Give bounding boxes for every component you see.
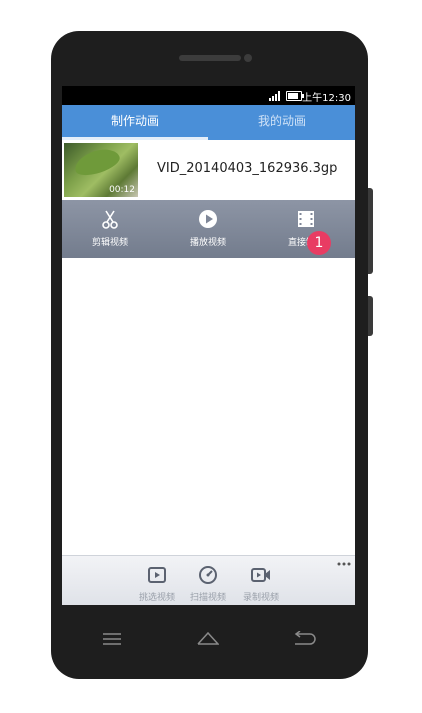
scan-video-button[interactable]: 扫描视频 [183, 556, 233, 605]
back-icon[interactable] [291, 631, 317, 645]
front-camera [244, 54, 252, 62]
battery-icon [286, 91, 304, 101]
toolbar-label: 录制视频 [242, 593, 279, 603]
tab-make-animation[interactable]: 制作动画 [62, 105, 208, 140]
camera-icon [251, 568, 270, 582]
action-label: 剪辑视频 [91, 238, 128, 248]
record-video-button[interactable]: 录制视频 [236, 556, 286, 605]
action-label: 播放视频 [189, 238, 226, 248]
clock: 上午12:30 [302, 93, 351, 104]
screen: 上午12:30 制作动画 我的动画 00:12 VID_20140403_162… [62, 86, 355, 605]
volume-button [368, 188, 373, 274]
video-duration: 00:12 [109, 185, 135, 195]
tab-label: 制作动画 [110, 114, 159, 128]
toolbar-label: 扫描视频 [189, 593, 226, 603]
direct-make-button[interactable]: 直接制作 [258, 200, 354, 258]
video-thumbnail[interactable]: 00:12 [64, 143, 138, 197]
tab-bar: 制作动画 我的动画 [62, 105, 355, 140]
edit-video-button[interactable]: 剪辑视频 [62, 200, 158, 258]
thumbnail-image [71, 144, 123, 180]
scan-icon [199, 566, 217, 584]
video-file-name: VID_20140403_162936.3gp [157, 161, 338, 176]
signal-icon [269, 91, 280, 101]
pick-video-button[interactable]: 挑选视频 [132, 556, 182, 605]
tab-label: 我的动画 [257, 114, 306, 128]
status-bar: 上午12:30 [62, 86, 355, 105]
video-list-item[interactable]: 00:12 VID_20140403_162936.3gp [62, 140, 355, 200]
power-button [368, 296, 373, 336]
phone-frame: 上午12:30 制作动画 我的动画 00:12 VID_20140403_162… [51, 31, 368, 679]
play-video-button[interactable]: 播放视频 [160, 200, 256, 258]
notification-badge: 1 [307, 231, 331, 255]
tab-my-animations[interactable]: 我的动画 [209, 105, 355, 140]
earpiece-speaker [179, 55, 241, 61]
film-icon [298, 211, 314, 227]
more-options-icon[interactable] [337, 562, 351, 566]
bottom-toolbar: 挑选视频 扫描视频 录制视频 [62, 555, 355, 605]
toolbar-label: 挑选视频 [138, 593, 175, 603]
action-label: 直接制作 [287, 238, 324, 248]
home-icon[interactable] [197, 631, 219, 645]
menu-icon[interactable] [103, 633, 121, 645]
play-icon [199, 210, 217, 228]
scissors-icon [102, 210, 118, 229]
video-pick-icon [148, 567, 166, 583]
